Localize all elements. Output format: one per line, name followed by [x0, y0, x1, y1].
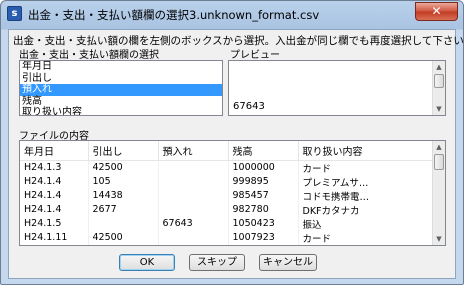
table-cell: 振込 [298, 216, 435, 231]
preview-scrollbar[interactable]: ▲ ▼ [432, 61, 445, 115]
table-cell: カード [298, 160, 435, 175]
window-title: 出金・支出・支払い額欄の選択3.unknown_format.csv [28, 8, 320, 22]
close-button[interactable]: ✕ [415, 2, 458, 21]
table-row: H24.1.3 42500 1000000 カード [20, 160, 435, 175]
list-item[interactable]: 残高 [20, 96, 222, 108]
table-row: H24.1.4 105 999895 プレミアムサ… [20, 174, 435, 189]
table-cell: H24.1.4 [20, 188, 89, 203]
skip-button[interactable]: スキップ [189, 254, 245, 271]
table-cell [158, 160, 229, 175]
table-cell: 67643 [158, 216, 229, 231]
table-cell: 2677 [88, 202, 159, 217]
table-cell: 1007923 [228, 230, 299, 245]
list-item[interactable]: 年月日 [20, 61, 222, 73]
column-header[interactable]: 預入れ [158, 141, 229, 161]
table-cell: 14438 [88, 188, 159, 203]
table-cell: カード [298, 230, 435, 245]
column-listbox[interactable]: 年月日 引出し 預入れ 残高 取り扱い内容 [19, 60, 223, 116]
table-cell: 1050423 [228, 216, 299, 231]
table-row: H24.1.4 2677 982780 DKFカタナカ [20, 202, 435, 217]
table-cell [158, 188, 229, 203]
table-cell: H24.1.11 [20, 230, 89, 245]
dialog-client-area: 出金・支出・支払い額の欄を左側のボックスから選択。入出金が同じ欄でも再度選択して… [8, 29, 464, 279]
column-header[interactable]: 残高 [228, 141, 299, 161]
table-cell: H24.1.3 [20, 160, 89, 175]
scroll-up-icon[interactable]: ▲ [433, 61, 445, 73]
scroll-up-icon[interactable]: ▲ [433, 141, 445, 153]
cancel-button[interactable]: キャンセル [259, 254, 317, 271]
table-cell: 105 [88, 174, 159, 189]
column-header[interactable]: 年月日 [20, 141, 89, 161]
table-cell: H24.1.4 [20, 174, 89, 189]
table-cell: コドモ携帯電… [298, 188, 435, 203]
list-item[interactable]: 引出し [20, 73, 222, 85]
preview-box: 67643 ▲ ▼ [228, 60, 446, 116]
table-cell [158, 202, 229, 217]
table-cell: 999895 [228, 174, 299, 189]
ok-button[interactable]: OK [119, 254, 175, 271]
close-icon: ✕ [431, 4, 442, 18]
table-cell: DKFカタナカ [298, 202, 435, 217]
scroll-thumb[interactable] [434, 154, 444, 170]
scroll-down-icon[interactable]: ▼ [433, 103, 445, 115]
table-row: H24.1.4 14438 985457 コドモ携帯電… [20, 188, 435, 203]
table-cell: H24.1.4 [20, 202, 89, 217]
table-row: H24.1.5 67643 1050423 振込 [20, 216, 435, 231]
list-item[interactable]: 取り扱い内容 [20, 107, 222, 115]
app-icon: s [7, 6, 22, 21]
title-bar[interactable]: s 出金・支出・支払い額欄の選択3.unknown_format.csv ✕ [1, 1, 463, 27]
table-cell: H24.1.5 [20, 216, 89, 231]
table-cell: 985457 [228, 188, 299, 203]
table-cell: 42500 [88, 230, 159, 245]
dialog-window: s 出金・支出・支払い額欄の選択3.unknown_format.csv ✕ 出… [0, 0, 464, 285]
table-cell: プレミアムサ… [298, 174, 435, 189]
column-select-label: 出金・支出・支払い額欄の選択 [19, 50, 159, 61]
table-cell [158, 230, 229, 245]
table-cell [88, 216, 159, 231]
column-header[interactable]: 取り扱い内容 [298, 141, 435, 161]
table-cell: 1000000 [228, 160, 299, 175]
preview-value: 67643 [233, 101, 265, 112]
table-cell: 42500 [88, 160, 159, 175]
table-cell: 982780 [228, 202, 299, 217]
table-scrollbar[interactable]: ▲ ▼ [432, 141, 445, 245]
list-item-selected[interactable]: 預入れ [20, 84, 222, 96]
file-contents-table[interactable]: 年月日 引出し 預入れ 残高 取り扱い内容 H24.1.3 42500 1000… [19, 140, 446, 246]
scroll-thumb[interactable] [434, 74, 444, 88]
table-header-row: 年月日 引出し 預入れ 残高 取り扱い内容 [20, 141, 435, 161]
preview-label: プレビュー [230, 50, 280, 61]
table-row: H24.1.11 42500 1007923 カード [20, 230, 435, 245]
table-cell [158, 174, 229, 189]
column-header[interactable]: 引出し [88, 141, 159, 161]
scroll-down-icon[interactable]: ▼ [433, 233, 445, 245]
